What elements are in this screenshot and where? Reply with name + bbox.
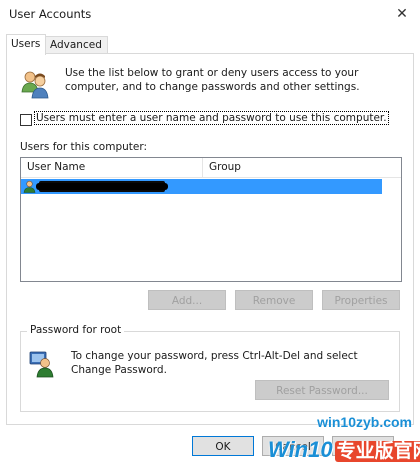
column-group[interactable]: Group xyxy=(203,158,399,177)
table-row[interactable] xyxy=(21,179,382,194)
remove-user-button[interactable]: Remove xyxy=(235,290,313,310)
properties-button[interactable]: Properties xyxy=(322,290,400,310)
intro-text: Use the list below to grant or deny user… xyxy=(65,67,360,93)
list-header: User Name Group xyxy=(21,158,401,178)
users-list[interactable]: User Name Group xyxy=(20,157,402,282)
add-user-button[interactable]: Add... xyxy=(148,290,226,310)
close-button[interactable]: ✕ xyxy=(390,3,414,25)
require-login-label[interactable]: Users must enter a user name and passwor… xyxy=(34,111,389,125)
window-title: User Accounts xyxy=(9,7,92,21)
password-group-legend: Password for root xyxy=(27,324,125,336)
user-icon xyxy=(23,180,36,193)
password-instructions: To change your password, press Ctrl-Alt-… xyxy=(71,350,358,376)
ok-button[interactable]: OK xyxy=(192,436,254,456)
users-group-icon xyxy=(21,71,49,99)
close-icon: ✕ xyxy=(396,6,408,22)
reset-password-button[interactable]: Reset Password... xyxy=(255,380,389,400)
require-login-checkbox[interactable] xyxy=(20,114,32,126)
user-key-icon xyxy=(29,351,54,378)
users-list-label: Users for this computer: xyxy=(20,141,148,153)
password-groupbox: Password for root To change your passwor… xyxy=(20,324,400,412)
cancel-button[interactable]: Cancel xyxy=(262,436,324,456)
users-tab-panel: Use the list below to grant or deny user… xyxy=(6,53,414,425)
apply-button[interactable]: Apply xyxy=(332,436,394,456)
redacted-user-name xyxy=(36,181,168,192)
require-login-row[interactable]: Users must enter a user name and passwor… xyxy=(20,111,389,127)
title-bar: User Accounts ✕ xyxy=(0,0,420,30)
tab-users[interactable]: Users xyxy=(6,34,46,55)
tab-advanced[interactable]: Advanced xyxy=(45,36,108,54)
dialog-footer: OK Cancel Apply xyxy=(0,424,420,464)
column-user-name[interactable]: User Name xyxy=(21,158,203,177)
